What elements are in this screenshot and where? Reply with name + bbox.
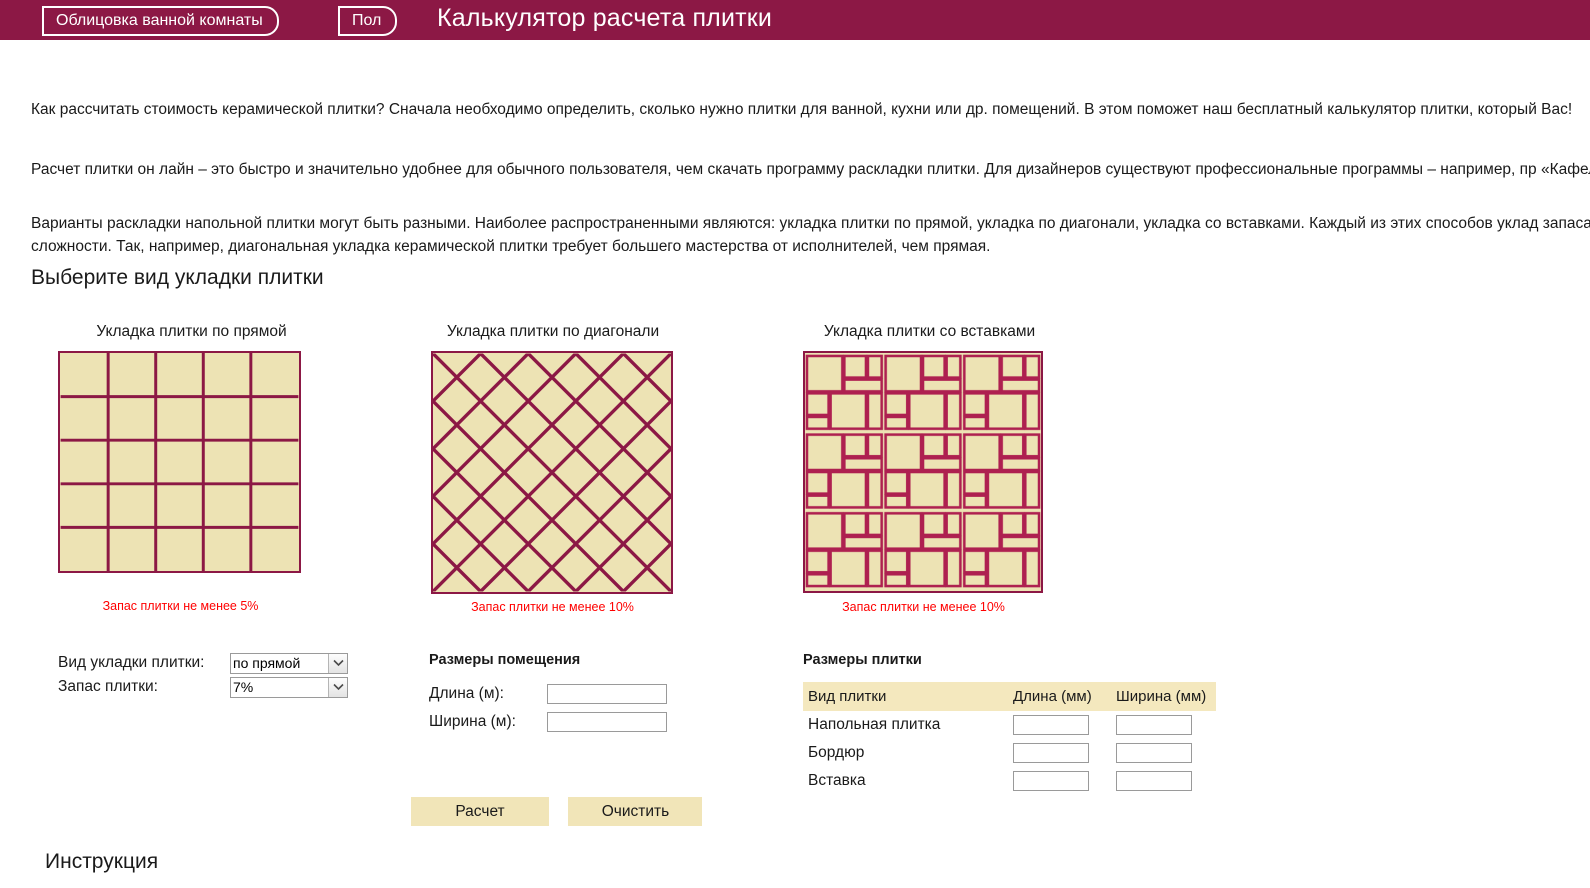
cell-tile-width (1111, 767, 1216, 795)
table-header-row: Вид плитки Длина (мм) Ширина (мм) (803, 682, 1216, 711)
section-heading-layout-choice: Выберите вид укладки плитки (31, 266, 324, 289)
pattern-reserve-diagonal: Запас плитки не менее 10% (471, 600, 634, 614)
app-header: Облицовка ванной комнаты Пол Калькулятор… (0, 0, 1590, 40)
reserve-select-wrap: 5%7%10%15% (230, 676, 348, 698)
tile-dimensions-form: Размеры плитки Вид плитки Длина (мм) Шир… (803, 652, 1216, 795)
input-room-width[interactable] (547, 712, 667, 732)
cell-tile-length (1008, 711, 1111, 739)
layout-type-select-wrap: по прямойпо диагоналисо вставками (230, 652, 348, 674)
pattern-image-diagonal[interactable] (431, 351, 673, 594)
section-heading-instruction: Инструкция (45, 850, 159, 873)
input-floor-tile-length[interactable] (1013, 715, 1089, 735)
input-insert-length[interactable] (1013, 771, 1089, 791)
column-header-length: Длина (мм) (1008, 682, 1111, 711)
input-insert-width[interactable] (1116, 771, 1192, 791)
label-room-length: Длина (м): (429, 685, 504, 702)
input-border-width[interactable] (1116, 743, 1192, 763)
table-row: Напольная плитка (803, 711, 1216, 739)
intro-paragraph-2: Расчет плитки он лайн – это быстро и зна… (31, 161, 1590, 178)
pattern-caption-diagonal: Укладка плитки по диагонали (446, 323, 660, 340)
field-row-reserve: Запас плитки: 5%7%10%15% (58, 676, 348, 698)
cell-tile-width (1111, 739, 1216, 767)
cell-tile-type: Вставка (808, 772, 866, 789)
input-floor-tile-width[interactable] (1116, 715, 1192, 735)
column-header-tile-type: Вид плитки (803, 682, 1008, 711)
label-room-width: Ширина (м): (429, 713, 516, 730)
cell-tile-length (1008, 767, 1111, 795)
intro-paragraph-3: Варианты раскладки напольной плитки могу… (31, 215, 1590, 255)
input-room-length[interactable] (547, 684, 667, 704)
cell-tile-length (1008, 739, 1111, 767)
pattern-caption-straight: Укладка плитки по прямой (96, 323, 287, 340)
field-row-layout-type: Вид укладки плитки: по прямойпо диагонал… (58, 652, 348, 674)
select-layout-type[interactable]: по прямойпо диагоналисо вставками (230, 652, 348, 674)
pattern-image-inserts[interactable] (803, 351, 1043, 593)
cell-tile-width (1111, 711, 1216, 739)
group-title-tile-dimensions: Размеры плитки (803, 652, 922, 668)
intro-paragraph-1: Как рассчитать стоимость керамической пл… (31, 101, 1573, 118)
tab-bathroom-cladding[interactable]: Облицовка ванной комнаты (42, 6, 279, 36)
clear-button[interactable]: Очистить (568, 797, 703, 826)
page-content: Как рассчитать стоимость керамической пл… (0, 40, 1590, 888)
table-row: Бордюр (803, 739, 1216, 767)
room-dimensions-form: Размеры помещения Длина (м): Ширина (м): (429, 652, 667, 738)
select-reserve-percent[interactable]: 5%7%10%15% (230, 676, 348, 698)
pattern-caption-inserts: Укладка плитки со вставками (823, 323, 1036, 340)
pattern-image-straight[interactable] (58, 351, 301, 573)
pattern-card-straight[interactable]: Укладка плитки по прямой Запас плитки не… (58, 323, 303, 613)
pattern-reserve-inserts: Запас плитки не менее 10% (842, 600, 1005, 614)
label-layout-type: Вид укладки плитки: (58, 654, 205, 671)
pattern-card-diagonal[interactable]: Укладка плитки по диагонали Запас плитки… (431, 323, 674, 614)
column-header-width: Ширина (мм) (1111, 682, 1216, 711)
tab-floor[interactable]: Пол (338, 6, 398, 36)
group-title-room-dimensions: Размеры помещения (429, 652, 581, 668)
page-title: Калькулятор расчета плитки (437, 4, 773, 32)
input-border-length[interactable] (1013, 743, 1089, 763)
cell-tile-type: Напольная плитка (808, 716, 941, 733)
calculate-button[interactable]: Расчет (411, 797, 549, 826)
cell-tile-type: Бордюр (808, 744, 865, 761)
tile-dimensions-table: Вид плитки Длина (мм) Ширина (мм) Наполь… (803, 682, 1216, 795)
pattern-card-inserts[interactable]: Укладка плитки со вставками Запас плитки… (803, 323, 1044, 614)
layout-options-form: Вид укладки плитки: по прямойпо диагонал… (58, 652, 348, 700)
field-row-room-length: Длина (м): (429, 682, 667, 706)
form-actions: Расчет Очистить (411, 797, 703, 826)
field-row-room-width: Ширина (м): (429, 710, 667, 734)
pattern-reserve-straight: Запас плитки не менее 5% (102, 599, 259, 613)
table-row: Вставка (803, 767, 1216, 795)
label-reserve: Запас плитки: (58, 678, 158, 695)
